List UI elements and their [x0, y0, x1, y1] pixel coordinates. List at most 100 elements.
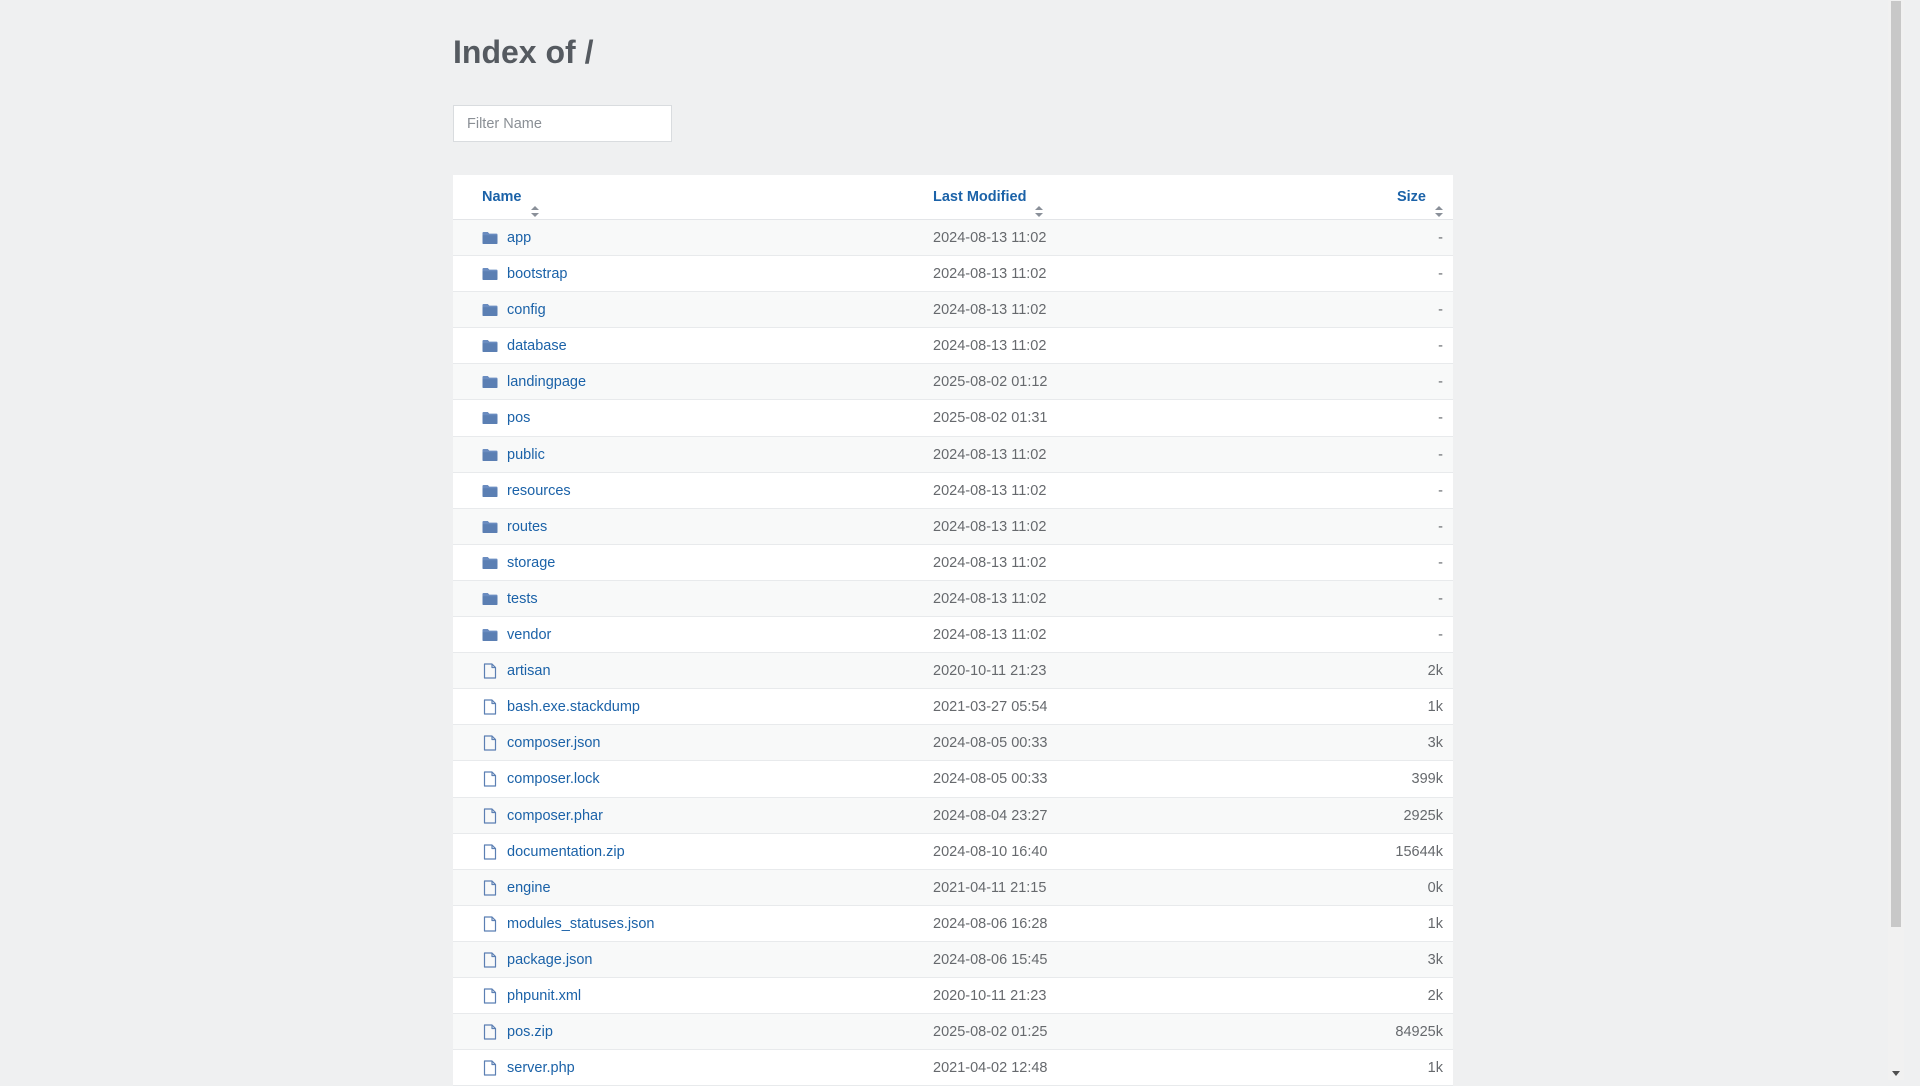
scroll-down-arrow-icon[interactable] [1892, 1071, 1900, 1076]
folder-link[interactable]: vendor [507, 627, 551, 643]
folder-link[interactable]: storage [507, 555, 555, 571]
folder-link[interactable]: tests [507, 591, 538, 607]
folder-link[interactable]: database [507, 338, 567, 354]
file-link[interactable]: composer.json [507, 735, 601, 751]
vertical-scrollbar[interactable] [1888, 0, 1904, 1080]
last-modified-cell: 2024-08-10 16:40 [933, 843, 1048, 860]
file-icon [482, 735, 498, 751]
name-cell: bootstrap [482, 256, 567, 292]
last-modified-cell: 2024-08-06 15:45 [933, 951, 1048, 968]
size-cell: 3k [1427, 735, 1443, 752]
name-cell: modules_statuses.json [482, 906, 655, 942]
table-row: resources 2024-08-13 11:02 - [453, 472, 1453, 509]
name-cell: engine [482, 870, 551, 906]
name-header-label: Name [482, 189, 522, 205]
sort-by-modified-header[interactable]: Last Modified [933, 175, 1044, 220]
table-row: vendor 2024-08-13 11:02 - [453, 617, 1453, 654]
last-modified-cell: 2024-08-13 11:02 [933, 482, 1047, 499]
size-cell: 2k [1427, 987, 1443, 1004]
last-modified-cell: 2024-08-13 11:02 [933, 590, 1047, 607]
sort-icon [1035, 191, 1044, 217]
folder-icon [482, 374, 498, 390]
file-link[interactable]: documentation.zip [507, 844, 625, 860]
table-row: bootstrap 2024-08-13 11:02 - [453, 256, 1453, 293]
table-row: bash.exe.stackdump 2021-03-27 05:54 1k [453, 689, 1453, 726]
file-link[interactable]: pos.zip [507, 1024, 553, 1040]
file-link[interactable]: artisan [507, 663, 551, 679]
table-row: phpunit.xml 2020-10-11 21:23 2k [453, 977, 1453, 1015]
page: Index of / Name Last Modified Size app 20… [0, 0, 1904, 1086]
name-cell: app [482, 220, 531, 256]
file-link[interactable]: bash.exe.stackdump [507, 699, 640, 715]
last-modified-cell: 2024-08-04 23:27 [933, 807, 1048, 824]
scrollbar-thumb[interactable] [1891, 1, 1901, 927]
name-cell: composer.phar [482, 798, 603, 834]
filter-name-input[interactable] [453, 105, 672, 142]
folder-link[interactable]: resources [507, 483, 571, 499]
table-row: artisan 2020-10-11 21:23 2k [453, 653, 1453, 690]
file-link[interactable]: phpunit.xml [507, 988, 581, 1004]
folder-link[interactable]: pos [507, 410, 530, 426]
last-modified-cell: 2021-03-27 05:54 [933, 699, 1048, 716]
folder-icon [482, 302, 498, 318]
last-modified-cell: 2024-08-13 11:02 [933, 230, 1047, 246]
name-cell: package.json [482, 942, 592, 978]
file-link[interactable]: composer.phar [507, 808, 603, 824]
file-icon [482, 1060, 498, 1076]
name-cell: landingpage [482, 364, 586, 400]
size-cell: 84925k [1395, 1024, 1443, 1041]
folder-link[interactable]: landingpage [507, 374, 586, 390]
last-modified-cell: 2021-04-02 12:48 [933, 1060, 1048, 1077]
last-modified-cell: 2024-08-13 11:02 [933, 627, 1047, 644]
size-cell: 2925k [1403, 807, 1443, 824]
folder-link[interactable]: config [507, 302, 546, 318]
last-modified-cell: 2025-08-02 01:31 [933, 410, 1048, 427]
table-row: tests 2024-08-13 11:02 - [453, 580, 1453, 618]
folder-link[interactable]: routes [507, 519, 547, 535]
last-modified-cell: 2020-10-11 21:23 [933, 663, 1047, 680]
table-body: app 2024-08-13 11:02 - bootstrap 2024-08-13 … [453, 220, 1453, 1086]
size-cell: - [1438, 554, 1443, 571]
sort-by-name-header[interactable]: Name [482, 175, 539, 220]
file-icon [482, 952, 498, 968]
file-link[interactable]: server.php [507, 1060, 575, 1076]
name-cell: config [482, 292, 546, 328]
size-cell: 399k [1411, 771, 1443, 788]
size-cell: 15644k [1395, 843, 1443, 860]
folder-link[interactable]: app [507, 230, 531, 246]
name-cell: routes [482, 509, 547, 545]
name-cell: database [482, 328, 567, 364]
table-row: composer.json 2024-08-05 00:33 3k [453, 725, 1453, 762]
file-link[interactable]: package.json [507, 952, 592, 968]
table-row: config 2024-08-13 11:02 - [453, 292, 1453, 329]
size-cell: - [1438, 482, 1443, 499]
last-modified-cell: 2024-08-05 00:33 [933, 735, 1048, 752]
table-row: documentation.zip 2024-08-10 16:40 15644k [453, 833, 1453, 870]
folder-link[interactable]: public [507, 447, 545, 463]
folder-link[interactable]: bootstrap [507, 266, 567, 282]
file-link[interactable]: modules_statuses.json [507, 916, 655, 932]
size-header-label: Size [1396, 189, 1426, 205]
file-link[interactable]: engine [507, 880, 551, 896]
folder-icon [482, 519, 498, 535]
table-row: composer.lock 2024-08-05 00:33 399k [453, 761, 1453, 798]
table-row: app 2024-08-13 11:02 - [453, 220, 1453, 257]
file-icon [482, 916, 498, 932]
file-icon [482, 771, 498, 788]
size-cell: - [1438, 302, 1443, 319]
file-link[interactable]: composer.lock [507, 771, 600, 787]
name-cell: public [482, 437, 545, 473]
folder-icon [482, 410, 498, 426]
size-cell: 1k [1427, 699, 1443, 716]
folder-icon [482, 447, 498, 463]
name-cell: documentation.zip [482, 834, 625, 870]
file-icon [482, 663, 498, 679]
last-modified-cell: 2025-08-02 01:25 [933, 1024, 1048, 1041]
folder-icon [482, 555, 498, 571]
last-modified-cell: 2025-08-02 01:12 [933, 374, 1048, 391]
table-row: routes 2024-08-13 11:02 - [453, 508, 1453, 545]
name-cell: resources [482, 473, 571, 509]
file-icon [482, 880, 498, 896]
sort-by-size-header[interactable]: Size [1397, 175, 1443, 220]
page-title: Index of / [453, 34, 594, 70]
